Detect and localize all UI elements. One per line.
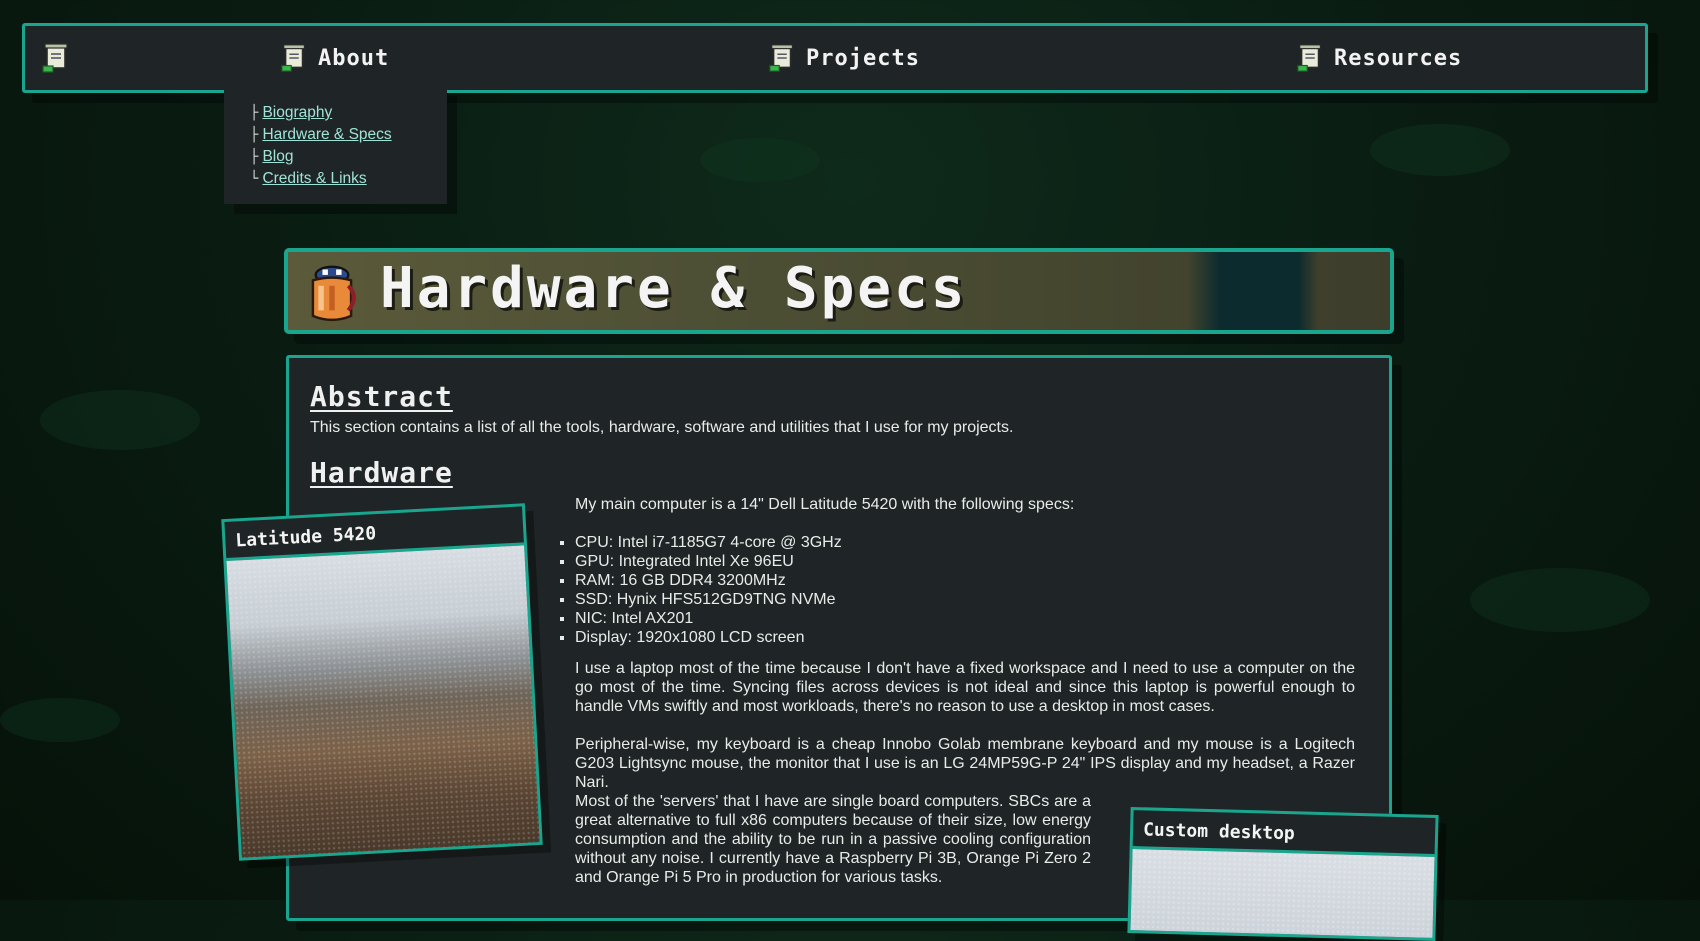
nav-about-label: About xyxy=(318,45,390,71)
banner-shadow-decoration xyxy=(1188,252,1318,330)
tree-branch: ├ xyxy=(250,127,259,143)
abstract-heading: Abstract xyxy=(310,380,453,413)
page-title: Hardware & Specs xyxy=(380,256,968,321)
dropdown-item-credits: └ Credits & Links xyxy=(250,168,447,190)
hardware-heading: Hardware xyxy=(310,456,453,489)
nav-resources-label: Resources xyxy=(1334,45,1463,71)
laptop-intro-text: My main computer is a 14" Dell Latitude … xyxy=(575,496,1075,513)
peripherals-paragraph: Peripheral-wise, my keyboard is a cheap … xyxy=(575,736,1355,791)
spec-item: Display: 1920x1080 LCD screen xyxy=(575,628,842,647)
servers-paragraph: Most of the 'servers' that I have are si… xyxy=(575,793,1091,886)
spec-item: GPU: Integrated Intel Xe 96EU xyxy=(575,552,842,571)
laptop-wallpaper-photo xyxy=(226,545,540,858)
nav-projects-label: Projects xyxy=(806,45,920,71)
about-dropdown-menu: ├ Biography ├ Hardware & Specs ├ Blog └ Cred… xyxy=(224,86,447,204)
dropdown-item-blog: ├ Blog xyxy=(250,146,447,168)
link-blog[interactable]: Blog xyxy=(262,148,293,165)
photo-card-latitude: Latitude 5420 xyxy=(221,503,543,861)
abstract-text: This section contains a list of all the … xyxy=(310,419,1014,436)
scroll-icon xyxy=(1297,44,1321,72)
spec-item: NIC: Intel AX201 xyxy=(575,609,842,628)
spec-item: CPU: Intel i7-1185G7 4-core @ 3GHz xyxy=(575,533,842,552)
page-banner: Hardware & Specs xyxy=(284,248,1394,334)
tree-branch: ├ xyxy=(250,105,259,121)
photo-card-custom-desktop: Custom desktop xyxy=(1127,806,1439,941)
desktop-photo xyxy=(1130,849,1435,938)
link-biography[interactable]: Biography xyxy=(262,104,332,121)
nav-projects[interactable]: Projects xyxy=(768,40,920,76)
spec-item: SSD: Hynix HFS512GD9TNG NVMe xyxy=(575,590,842,609)
dropdown-list: ├ Biography ├ Hardware & Specs ├ Blog └ Cred… xyxy=(224,86,447,190)
nav-resources[interactable]: Resources xyxy=(1296,40,1462,76)
laptop-paragraph: I use a laptop most of the time because … xyxy=(575,660,1355,715)
top-navigation-bar: About Projects Resources xyxy=(22,23,1648,93)
tree-branch: ├ xyxy=(250,149,259,165)
dropdown-item-hardware-specs: ├ Hardware & Specs xyxy=(250,124,447,146)
tree-branch: └ xyxy=(250,171,259,187)
link-credits-links[interactable]: Credits & Links xyxy=(262,170,366,187)
laptop-specs-list: CPU: Intel i7-1185G7 4-core @ 3GHz GPU: … xyxy=(559,533,842,647)
link-hardware-specs[interactable]: Hardware & Specs xyxy=(262,126,391,143)
dropdown-item-biography: ├ Biography xyxy=(250,102,447,124)
scroll-icon xyxy=(769,44,793,72)
scroll-icon[interactable] xyxy=(41,42,73,74)
jar-icon xyxy=(311,265,356,322)
nav-about[interactable]: About xyxy=(280,40,389,76)
spec-item: RAM: 16 GB DDR4 3200MHz xyxy=(575,571,842,590)
scroll-icon xyxy=(281,44,305,72)
